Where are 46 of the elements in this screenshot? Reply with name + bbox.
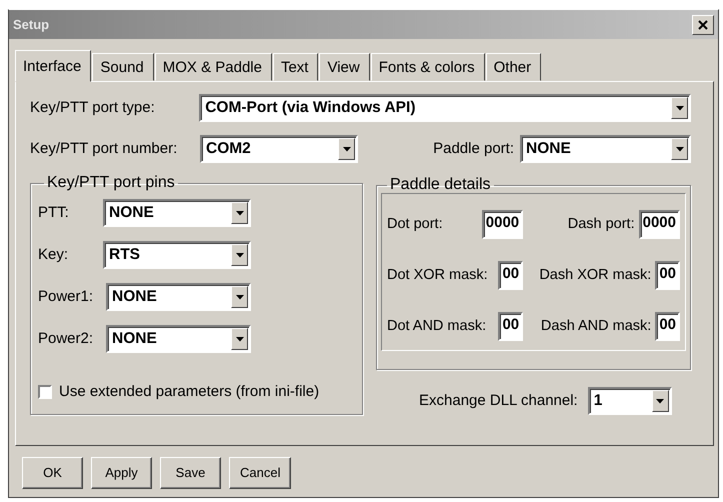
checkbox-label: Use extended parameters (from ini-file): [59, 382, 320, 402]
window-title: Setup: [13, 16, 50, 34]
field-label: Dash AND mask:: [540, 316, 652, 336]
close-icon: [698, 20, 708, 30]
input-field[interactable]: 00: [655, 261, 680, 290]
field-label: PTT:: [38, 202, 70, 223]
input-field[interactable]: 00: [498, 261, 524, 290]
field-label: Key/PTT port type:: [30, 98, 156, 118]
checkbox[interactable]: [38, 385, 52, 400]
field-label: Dash XOR mask:: [539, 266, 652, 285]
dialog-button[interactable]: OK: [22, 457, 83, 489]
tab[interactable]: Other: [486, 53, 542, 81]
input-field[interactable]: 0000: [638, 210, 680, 239]
dropdown[interactable]: NONE: [106, 325, 251, 353]
input-field[interactable]: 0000: [482, 210, 524, 239]
dialog-button[interactable]: Cancel: [229, 457, 292, 489]
close-button[interactable]: [692, 14, 714, 34]
dialog-button[interactable]: Save: [160, 457, 221, 489]
dropdown[interactable]: COM-Port (via Windows API): [199, 94, 691, 122]
tab[interactable]: Fonts & colors: [370, 53, 485, 81]
dropdown[interactable]: NONE: [106, 283, 251, 311]
group-title: Paddle details: [389, 177, 492, 193]
input-field[interactable]: 00: [655, 312, 680, 341]
group-title: Key/PTT port pins: [46, 175, 176, 191]
tab[interactable]: Interface: [15, 50, 92, 82]
tab[interactable]: MOX & Paddle: [154, 53, 272, 81]
dropdown[interactable]: NONE: [103, 199, 251, 227]
field-label: Dot XOR mask:: [387, 266, 488, 285]
tab[interactable]: View: [319, 53, 370, 81]
field-label: Dot port:: [387, 214, 443, 234]
tab[interactable]: Text: [272, 53, 318, 81]
dropdown[interactable]: RTS: [103, 241, 251, 269]
field-label: Dot AND mask:: [387, 316, 486, 336]
dialog-button[interactable]: Apply: [91, 457, 152, 489]
input-field[interactable]: 00: [498, 312, 524, 341]
field-label: Power2:: [38, 328, 94, 349]
field-label: Key/PTT port number:: [30, 138, 178, 159]
dropdown[interactable]: 1: [588, 387, 672, 415]
field-label: Power1:: [38, 286, 94, 307]
field-label: Key:: [38, 244, 70, 265]
tab[interactable]: Sound: [92, 53, 154, 81]
dropdown[interactable]: COM2: [200, 135, 358, 163]
field-label: Exchange DLL channel:: [419, 390, 578, 411]
field-label: Dash port:: [568, 214, 635, 234]
dropdown[interactable]: NONE: [520, 135, 691, 163]
field-label: Paddle port:: [433, 138, 514, 159]
